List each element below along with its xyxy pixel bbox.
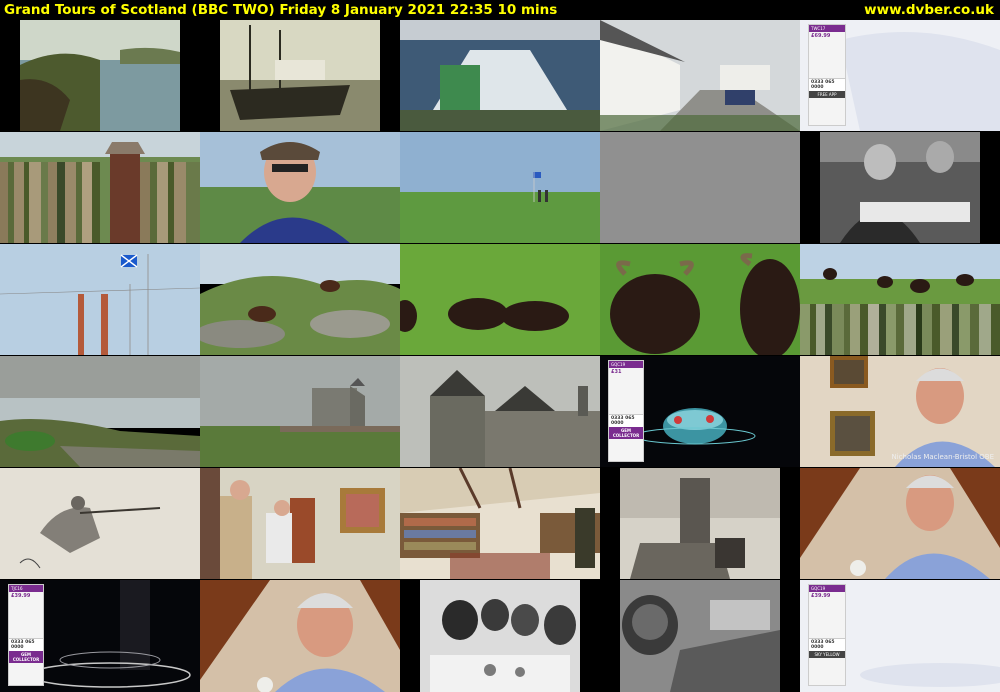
shopping-info-card: GQC19 £39.99 0333 065 0000 SKY YELLOW — [808, 584, 846, 686]
harbour-boats-frame[interactable] — [220, 20, 380, 131]
page-header: Grand Tours of Scotland (BBC TWO) Friday… — [0, 0, 1000, 20]
interviewee-caption: Nicholas Maclean-Bristol OBE — [891, 453, 995, 461]
phone-number: 0333 065 0000 — [809, 78, 845, 91]
coastal-loch-frame[interactable] — [20, 20, 180, 131]
flag-field-frame[interactable] — [400, 132, 600, 243]
shopping-channel-frame-3[interactable]: TJC16 £39.99 0333 065 0000 GEM COLLECTOR — [0, 580, 200, 692]
site-link[interactable]: www.dvber.co.uk — [864, 0, 994, 20]
sheep-hill-glitch-frame[interactable] — [800, 244, 1000, 355]
product-price: £31 — [611, 369, 622, 375]
sheep-rocks-frame[interactable] — [200, 244, 400, 355]
presenter-closeup-frame[interactable] — [200, 132, 400, 243]
product-code: TJC16 — [9, 585, 43, 592]
phone-number: 0333 065 0000 — [809, 638, 845, 651]
sheep-grass-frame[interactable] — [400, 244, 600, 355]
interview-attic-frame-1[interactable] — [800, 468, 1000, 579]
brand-banner: SKY YELLOW — [809, 651, 845, 658]
programme-title: Grand Tours of Scotland (BBC TWO) Friday… — [4, 2, 558, 18]
product-price: £69.99 — [811, 33, 831, 39]
library-room-frame[interactable] — [400, 468, 600, 579]
castle-distant-frame[interactable] — [200, 356, 400, 467]
product-code: GQC19 — [609, 361, 643, 368]
product-code: TWC17 — [809, 25, 845, 32]
shopping-info-card: TWC17 £69.99 0333 065 0000 FREE APP — [808, 24, 846, 126]
product-price: £39.99 — [811, 593, 831, 599]
archive-bw-table-frame[interactable] — [420, 580, 580, 692]
interview-attic-frame-2[interactable] — [200, 580, 400, 692]
presenter-hat-glitch-frame[interactable] — [0, 132, 200, 243]
shopping-channel-frame-1[interactable]: TWC17 £69.99 0333 065 0000 FREE APP — [800, 20, 1000, 131]
tower-painting-frame[interactable] — [620, 468, 780, 579]
brand-banner: GEM COLLECTOR — [9, 651, 43, 663]
thumbnail-grid: TWC17 £69.99 0333 065 0000 FREE APP GQC1… — [0, 20, 1000, 692]
phone-number: 0333 065 0000 — [609, 414, 643, 427]
product-code: GQC19 — [809, 585, 845, 592]
saltire-chimneys-frame[interactable] — [0, 244, 200, 355]
village-street-frame[interactable] — [600, 20, 800, 131]
sketch-rifleman-frame[interactable] — [0, 468, 200, 579]
shopping-channel-frame-2[interactable]: GQC19 £31 0333 065 0000 GEM COLLECTOR — [600, 356, 800, 467]
archive-bw-tower-aerial-frame[interactable] — [620, 580, 780, 692]
shopping-info-card: GQC19 £31 0333 065 0000 GEM COLLECTOR — [608, 360, 644, 462]
shopping-channel-frame-4[interactable]: GQC19 £39.99 0333 065 0000 SKY YELLOW — [800, 580, 1000, 692]
phone-number: 0333 065 0000 — [9, 638, 43, 651]
horned-sheep-frame[interactable] — [600, 244, 800, 355]
archive-bw-men-frame[interactable] — [820, 132, 980, 243]
castle-tower-frame[interactable] — [400, 356, 600, 467]
beach-grass-frame[interactable] — [0, 356, 200, 467]
blank-grey-frame[interactable] — [600, 132, 800, 243]
ferry-wake-frame[interactable] — [400, 20, 600, 131]
two-men-room-frame[interactable] — [200, 468, 400, 579]
product-price: £39.99 — [11, 593, 31, 599]
app-banner: FREE APP — [809, 91, 845, 98]
shopping-info-card: TJC16 £39.99 0333 065 0000 GEM COLLECTOR — [8, 584, 44, 686]
brand-banner: GEM COLLECTOR — [609, 427, 643, 439]
interview-paintings-frame[interactable]: Nicholas Maclean-Bristol OBE — [800, 356, 1000, 467]
